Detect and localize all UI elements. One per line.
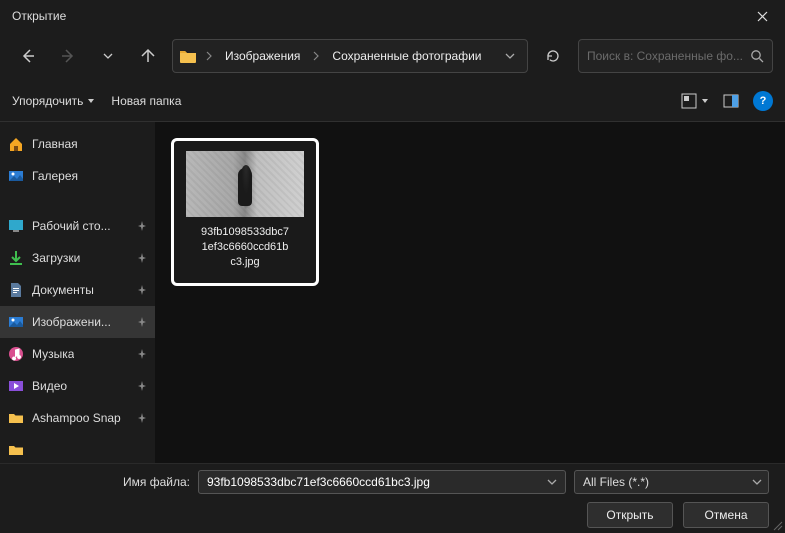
arrow-left-icon — [20, 48, 36, 64]
open-button[interactable]: Открыть — [587, 502, 673, 528]
cancel-button[interactable]: Отмена — [683, 502, 769, 528]
pin-icon — [137, 285, 147, 295]
sidebar-item-label: Документы — [32, 283, 94, 297]
chevron-down-icon — [752, 477, 762, 487]
recent-locations-button[interactable] — [92, 40, 124, 72]
chevron-right-icon[interactable] — [203, 51, 215, 61]
home-icon — [8, 136, 24, 152]
sidebar-item-label: Изображени... — [32, 315, 111, 329]
organize-menu[interactable]: Упорядочить — [12, 94, 95, 108]
sidebar-item-label: Главная — [32, 137, 78, 151]
file-list[interactable]: 93fb1098533dbc7 1ef3c6660ccd61b c3.jpg — [155, 122, 785, 463]
bottom-bar: Имя файла: All Files (*.*) Открыть Отмен… — [0, 463, 785, 533]
preview-pane-button[interactable] — [719, 89, 743, 113]
forward-button[interactable] — [52, 40, 84, 72]
sidebar-item-label: Галерея — [32, 169, 78, 183]
sidebar-item-label: Музыка — [32, 347, 74, 361]
pin-icon — [137, 413, 147, 423]
sidebar-item-home[interactable]: Главная — [0, 128, 155, 160]
up-button[interactable] — [132, 40, 164, 72]
back-button[interactable] — [12, 40, 44, 72]
desktop-icon — [8, 218, 24, 234]
breadcrumb-dropdown[interactable] — [499, 51, 521, 61]
search-box[interactable] — [578, 39, 773, 73]
layout-icon — [681, 93, 697, 109]
window-title: Открытие — [12, 9, 66, 23]
caret-down-icon — [701, 97, 709, 105]
filename-combobox[interactable] — [198, 470, 566, 494]
file-open-dialog: Открытие Изображения Сохраненные фотогра… — [0, 0, 785, 533]
chevron-down-icon — [103, 51, 113, 61]
pin-icon — [137, 221, 147, 231]
close-button[interactable] — [739, 0, 785, 32]
caret-down-icon — [87, 97, 95, 105]
file-type-filter[interactable]: All Files (*.*) — [574, 470, 769, 494]
arrow-right-icon — [60, 48, 76, 64]
search-input[interactable] — [587, 49, 744, 63]
folder-icon — [8, 442, 24, 458]
resize-grip[interactable] — [771, 519, 783, 531]
main-area: Главная Галерея Рабочий сто... Загрузки … — [0, 122, 785, 463]
sidebar-item-desktop[interactable]: Рабочий сто... — [0, 210, 155, 242]
new-folder-button[interactable]: Новая папка — [111, 94, 181, 108]
view-menu[interactable] — [681, 93, 709, 109]
pin-icon — [137, 349, 147, 359]
gallery-icon — [8, 168, 24, 184]
sidebar-item-documents[interactable]: Документы — [0, 274, 155, 306]
help-button[interactable]: ? — [753, 91, 773, 111]
file-thumbnail — [186, 151, 304, 217]
refresh-icon — [545, 48, 561, 64]
breadcrumb-segment-1[interactable]: Изображения — [221, 47, 304, 65]
navigation-row: Изображения Сохраненные фотографии — [0, 32, 785, 80]
question-icon: ? — [760, 95, 767, 107]
pictures-icon — [8, 314, 24, 330]
chevron-down-icon[interactable] — [543, 477, 561, 487]
file-item[interactable]: 93fb1098533dbc7 1ef3c6660ccd61b c3.jpg — [171, 138, 319, 286]
folder-icon — [179, 48, 197, 64]
filename-label: Имя файла: — [0, 475, 190, 489]
sidebar-item-more[interactable] — [0, 434, 155, 463]
panel-icon — [723, 93, 739, 109]
sidebar[interactable]: Главная Галерея Рабочий сто... Загрузки … — [0, 122, 155, 463]
sidebar-item-ashampoo[interactable]: Ashampoo Snap — [0, 402, 155, 434]
sidebar-item-videos[interactable]: Видео — [0, 370, 155, 402]
refresh-button[interactable] — [536, 39, 570, 73]
download-icon — [8, 250, 24, 266]
sidebar-item-label: Ashampoo Snap — [32, 411, 121, 425]
pin-icon — [137, 381, 147, 391]
breadcrumb-segment-2[interactable]: Сохраненные фотографии — [328, 47, 485, 65]
search-icon[interactable] — [750, 49, 764, 63]
titlebar: Открытие — [0, 0, 785, 32]
sidebar-item-gallery[interactable]: Галерея — [0, 160, 155, 192]
sidebar-item-label: Видео — [32, 379, 67, 393]
chevron-right-icon[interactable] — [310, 51, 322, 61]
breadcrumb[interactable]: Изображения Сохраненные фотографии — [172, 39, 528, 73]
toolbar: Упорядочить Новая папка ? — [0, 80, 785, 122]
filename-input[interactable] — [207, 475, 543, 489]
file-name: 93fb1098533dbc7 1ef3c6660ccd61b c3.jpg — [201, 225, 289, 270]
sidebar-item-label: Рабочий сто... — [32, 219, 111, 233]
folder-icon — [8, 410, 24, 426]
music-icon — [8, 346, 24, 362]
close-icon — [757, 11, 768, 22]
pin-icon — [137, 253, 147, 263]
arrow-up-icon — [140, 48, 156, 64]
sidebar-item-label: Загрузки — [32, 251, 80, 265]
organize-label: Упорядочить — [12, 94, 83, 108]
filter-label: All Files (*.*) — [583, 475, 649, 489]
sidebar-item-music[interactable]: Музыка — [0, 338, 155, 370]
document-icon — [8, 282, 24, 298]
video-icon — [8, 378, 24, 394]
sidebar-item-pictures[interactable]: Изображени... — [0, 306, 155, 338]
pin-icon — [137, 317, 147, 327]
sidebar-item-downloads[interactable]: Загрузки — [0, 242, 155, 274]
